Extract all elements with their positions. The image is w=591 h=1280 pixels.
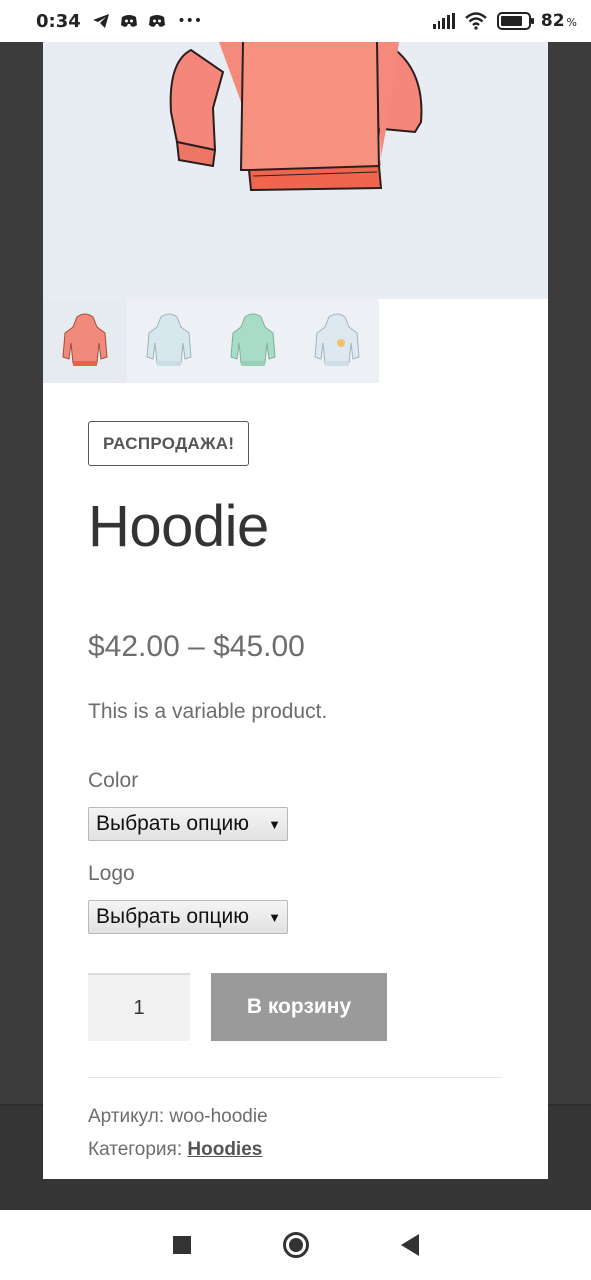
battery-percent: 82% bbox=[540, 11, 577, 31]
sku-line: Артикул: woo-hoodie bbox=[88, 1106, 268, 1128]
sku-value: woo-hoodie bbox=[169, 1106, 268, 1127]
status-right: 82% bbox=[432, 11, 577, 31]
thumbnail-light-blue-hoodie[interactable] bbox=[127, 299, 211, 383]
hoodie-image bbox=[169, 42, 423, 192]
divider bbox=[88, 1077, 502, 1078]
color-select[interactable]: Выбрать опцию ▼ bbox=[88, 807, 288, 841]
thumbnail-pink-hoodie[interactable] bbox=[43, 299, 127, 383]
discord-icon bbox=[119, 14, 139, 28]
dropdown-arrow-icon: ▼ bbox=[268, 816, 281, 832]
logo-label: Logo bbox=[88, 862, 135, 885]
notification-icons: ••• bbox=[91, 13, 205, 29]
wifi-icon bbox=[465, 12, 487, 30]
color-select-value: Выбрать опцию bbox=[96, 812, 249, 835]
color-label: Color bbox=[88, 769, 139, 792]
thumbnail-green-hoodie[interactable] bbox=[211, 299, 295, 383]
logo-select-value: Выбрать опцию bbox=[96, 905, 249, 928]
product-card: РАСПРОДАЖА! Hoodie $42.00 – $45.00 This … bbox=[43, 42, 548, 1179]
logo-select[interactable]: Выбрать опцию ▼ bbox=[88, 900, 288, 934]
add-to-cart-button[interactable]: В корзину bbox=[211, 973, 387, 1041]
thumbnail-gallery bbox=[43, 299, 379, 383]
home-circle-icon[interactable] bbox=[282, 1232, 309, 1258]
category-link[interactable]: Hoodies bbox=[187, 1139, 262, 1160]
telegram-icon bbox=[91, 13, 111, 29]
recent-apps-square-icon[interactable] bbox=[172, 1236, 191, 1254]
back-triangle-icon[interactable] bbox=[400, 1234, 419, 1256]
discord-icon bbox=[147, 14, 167, 28]
battery-level bbox=[500, 16, 523, 26]
android-nav-bar bbox=[0, 1210, 591, 1280]
battery-icon bbox=[496, 12, 534, 30]
category-line: Категория: Hoodies bbox=[88, 1139, 262, 1161]
status-bar: 0:34 ••• 82% bbox=[0, 0, 591, 42]
more-icon: ••• bbox=[177, 13, 203, 29]
sale-badge: РАСПРОДАЖА! bbox=[88, 421, 250, 466]
product-title: Hoodie bbox=[88, 494, 269, 559]
product-main-image[interactable] bbox=[43, 42, 548, 299]
thumbnail-logo-hoodie[interactable] bbox=[295, 299, 379, 383]
product-price: $42.00 – $45.00 bbox=[88, 630, 305, 663]
status-time: 0:34 bbox=[36, 10, 81, 32]
sku-label: Артикул: bbox=[88, 1106, 165, 1127]
dropdown-arrow-icon: ▼ bbox=[268, 909, 281, 925]
product-description: This is a variable product. bbox=[88, 700, 328, 723]
signal-icon bbox=[432, 13, 455, 29]
category-label: Категория: bbox=[88, 1139, 183, 1160]
quantity-input[interactable]: 1 bbox=[88, 973, 190, 1041]
